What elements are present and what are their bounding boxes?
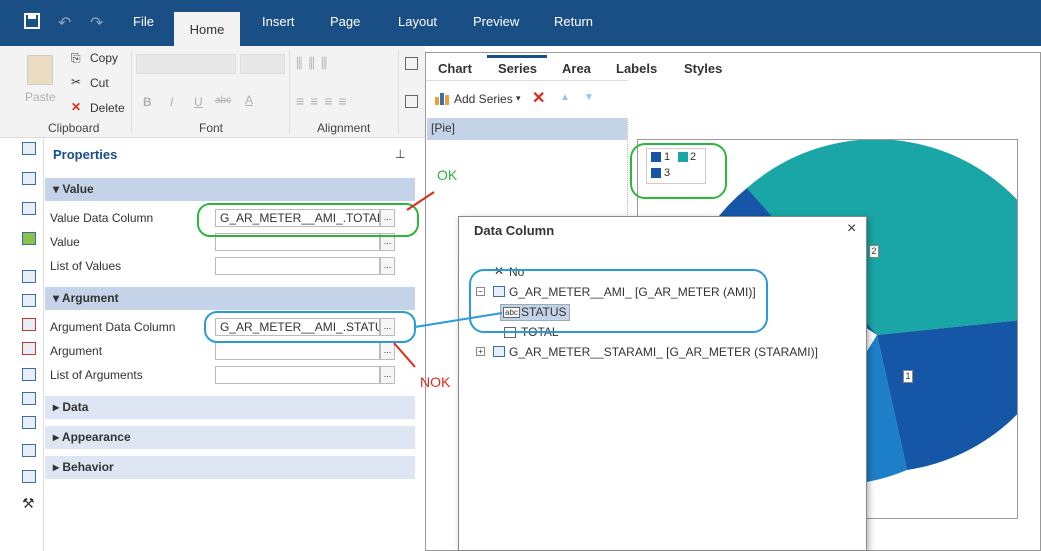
annotation-ok: OK — [437, 167, 458, 183]
annotation-nok: NOK — [420, 374, 451, 390]
annotation-overlay — [197, 143, 768, 368]
